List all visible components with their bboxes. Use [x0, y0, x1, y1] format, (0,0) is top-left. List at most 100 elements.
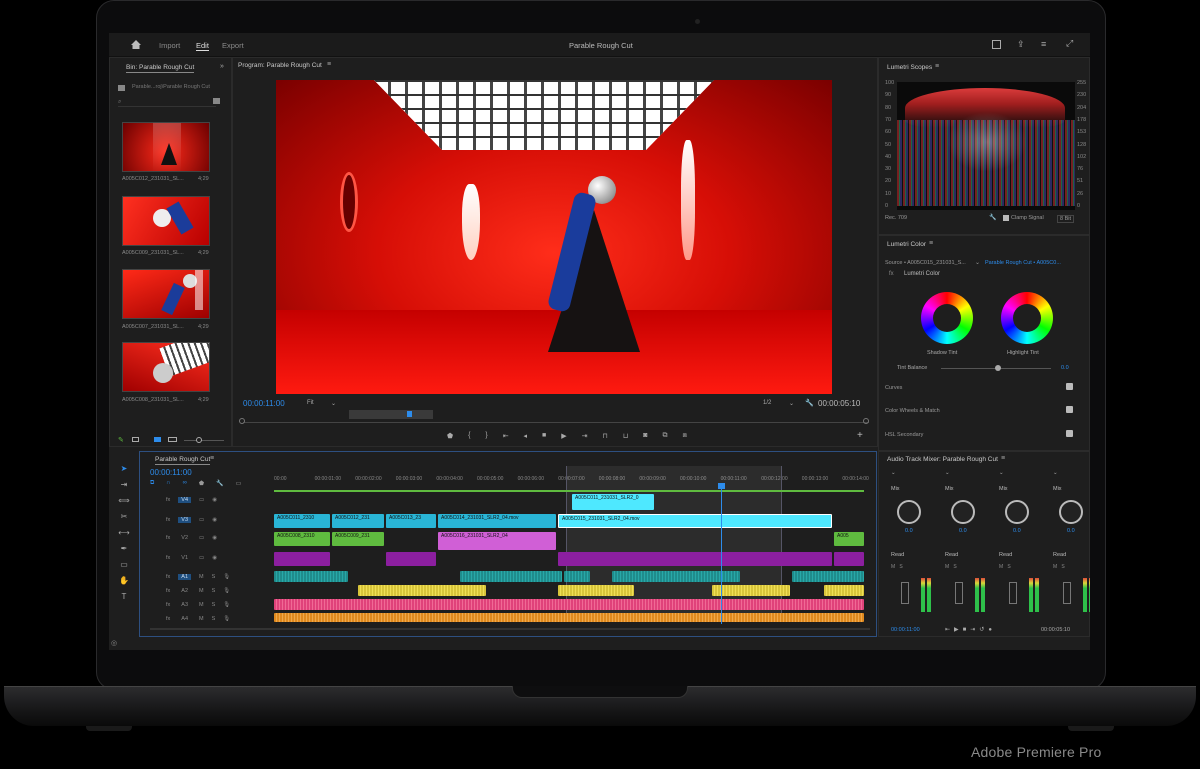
shadow-tint-wheel[interactable]	[921, 292, 973, 344]
selection-tool-icon[interactable]: ➤	[118, 461, 130, 477]
playhead-handle[interactable]	[718, 483, 725, 489]
source-clip[interactable]: Source • A005C015_231031_S...	[885, 260, 966, 266]
scrub-bar[interactable]	[243, 422, 869, 423]
track-header-v1[interactable]: fx V1 ▭ ◉	[166, 555, 217, 561]
panel-menu-icon[interactable]: ≡	[210, 455, 214, 462]
go-to-in-icon[interactable]: ⇤	[503, 432, 509, 442]
clamp-checkbox[interactable]	[1003, 215, 1009, 221]
nav-edit[interactable]: Edit	[196, 41, 209, 51]
panel-menu-icon[interactable]: ≡	[929, 240, 933, 247]
play-icon[interactable]: ▶	[561, 432, 566, 442]
timeline-tab[interactable]: Parable Rough Cut	[155, 456, 211, 465]
go-to-out-icon[interactable]: ⇥	[582, 432, 588, 442]
audio-clip-a1[interactable]	[460, 571, 562, 582]
fx-icon[interactable]: fx	[889, 271, 894, 277]
list-view-icon[interactable]	[132, 437, 139, 442]
marker-icon[interactable]: ⬟	[447, 432, 453, 442]
hand-icon[interactable]: ✋	[118, 573, 130, 589]
step-back-icon[interactable]: ◂	[524, 432, 528, 442]
playhead-marker[interactable]	[407, 411, 412, 417]
clip-v2[interactable]: A005C016_231031_SLR2_04	[438, 532, 556, 550]
track-header-a1[interactable]: fx A1 M S 🎙	[166, 574, 230, 580]
mark-out-icon[interactable]: }	[485, 432, 487, 442]
tint-balance-handle[interactable]	[995, 365, 1001, 371]
zoom-slider[interactable]	[184, 440, 224, 441]
clip-v3-selected[interactable]: A005C015_231031_SLR2_04.mov	[558, 514, 832, 528]
audio-clip-a1[interactable]	[274, 571, 348, 582]
pencil-icon[interactable]: ✎	[118, 436, 124, 444]
extract-icon[interactable]: ⊔	[623, 432, 628, 442]
section-hsl[interactable]: HSL Secondary	[885, 432, 923, 438]
bin-search-input[interactable]: ⌕	[118, 98, 216, 107]
scopes-tab[interactable]: Lumetri Scopes	[887, 64, 932, 71]
track-header-v4[interactable]: fx V4 ▭ ◉	[166, 497, 217, 503]
stop-icon[interactable]: ■	[542, 432, 546, 442]
audio-clip-a2[interactable]	[358, 585, 486, 596]
nest-icon[interactable]: ⧉	[150, 480, 154, 488]
link-icon[interactable]: ∞	[183, 480, 187, 488]
audio-clip-a1[interactable]	[564, 571, 590, 582]
lift-icon[interactable]: ⊓	[602, 432, 607, 442]
audio-clip-a2[interactable]	[558, 585, 634, 596]
clip-v2[interactable]: A005C008_2310	[274, 532, 330, 546]
rectangle-icon[interactable]: ▭	[118, 557, 130, 573]
bin-thumbnail[interactable]	[122, 269, 210, 319]
type-icon[interactable]: T	[118, 589, 130, 605]
audio-clip-a3[interactable]	[274, 599, 864, 610]
mixer-transport[interactable]: ⇤▶■⇥↺●	[945, 626, 996, 633]
fit-dropdown[interactable]: Fit	[307, 400, 314, 406]
zoom-slider-handle[interactable]	[196, 437, 202, 443]
resolution-dropdown[interactable]: 1/2	[763, 400, 771, 406]
nav-import[interactable]: Import	[159, 41, 180, 50]
clip-v1[interactable]	[274, 552, 330, 566]
chevron-down-icon[interactable]: ⌄	[331, 400, 336, 407]
marker-icon[interactable]: ⬟	[199, 480, 204, 488]
freeform-view-icon[interactable]	[168, 437, 177, 442]
panel-menu-icon[interactable]: ≡	[935, 63, 939, 70]
chevron-down-icon[interactable]: ⌄	[975, 259, 980, 266]
new-bin-icon[interactable]	[213, 98, 220, 104]
target-clip[interactable]: Parable Rough Cut • A005C0...	[985, 260, 1061, 266]
clip-v1[interactable]	[386, 552, 436, 566]
playhead[interactable]	[721, 488, 722, 624]
razor-icon[interactable]: ✂	[118, 509, 130, 525]
track-select-icon[interactable]: ⇥	[118, 477, 130, 493]
pen-icon[interactable]: ✒	[118, 541, 130, 557]
timeline-timecode[interactable]: 00:00:11:00	[150, 468, 192, 477]
wrench-icon[interactable]: 🔧	[216, 480, 223, 488]
hsl-checkbox[interactable]	[1066, 430, 1073, 437]
bin-thumbnail[interactable]	[122, 122, 210, 172]
audio-clip-a2[interactable]	[712, 585, 790, 596]
track-header-a3[interactable]: fx A3 M S 🎙	[166, 602, 230, 608]
view-icon[interactable]: ◎	[111, 639, 117, 647]
section-color-wheels[interactable]: Color Wheels & Match	[885, 408, 940, 414]
wrench-icon[interactable]: 🔧	[805, 399, 814, 407]
clip-v1[interactable]	[558, 552, 832, 566]
captions-icon[interactable]: ▭	[236, 480, 242, 488]
work-area-bar[interactable]	[349, 410, 433, 419]
mixer-timecode[interactable]: 00:00:11:00	[891, 627, 920, 633]
wrench-icon[interactable]: 🔧	[989, 214, 996, 221]
share-icon[interactable]: ⇪	[1017, 39, 1025, 50]
audio-clip-a4[interactable]	[274, 613, 864, 622]
mark-in-icon[interactable]: {	[468, 432, 470, 442]
home-icon[interactable]	[131, 40, 141, 49]
icon-view-icon[interactable]	[154, 437, 161, 442]
mixer-tab[interactable]: Audio Track Mixer: Parable Rough Cut	[887, 456, 998, 463]
audio-clip-a1[interactable]	[792, 571, 864, 582]
compare-icon[interactable]: ⧉	[663, 432, 668, 442]
highlight-tint-wheel[interactable]	[1001, 292, 1053, 344]
clip-v2[interactable]: A005	[834, 532, 864, 546]
fullscreen-icon[interactable]: ⤢	[1066, 38, 1073, 49]
color-wheels-checkbox[interactable]	[1066, 406, 1073, 413]
menu-icon[interactable]: ≡	[1041, 39, 1046, 49]
panel-menu-icon[interactable]: ≡	[327, 61, 331, 68]
chevron-down-icon[interactable]: ⌄	[789, 400, 794, 407]
expand-icon[interactable]: »	[220, 63, 224, 70]
bin-tab[interactable]: Bin: Parable Rough Cut	[126, 64, 195, 73]
slip-icon[interactable]: ⟷	[118, 525, 130, 541]
audio-clip-a2[interactable]	[824, 585, 864, 596]
clip-v2[interactable]: A005C009_231	[332, 532, 384, 546]
timeline-scrollbar[interactable]	[150, 628, 870, 630]
multicam-icon[interactable]: ⧈	[682, 432, 686, 442]
